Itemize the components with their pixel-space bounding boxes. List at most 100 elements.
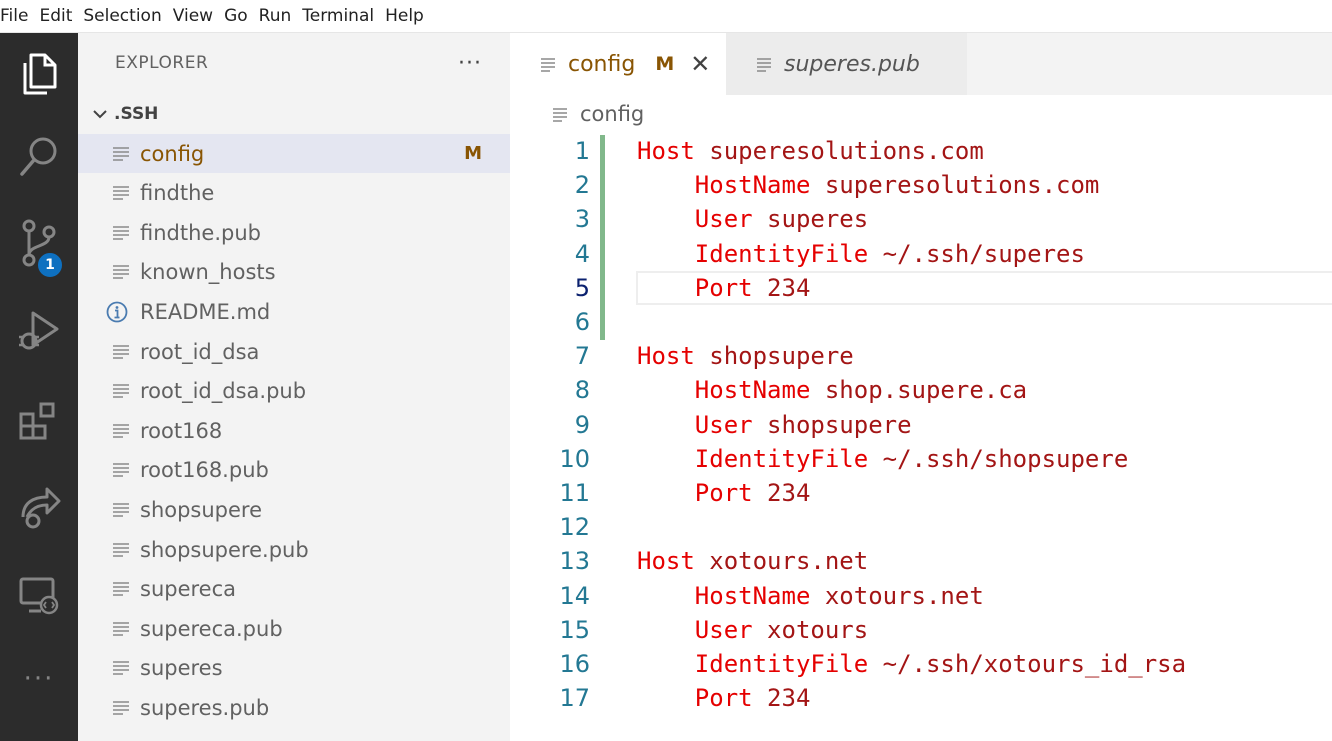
- code-editor[interactable]: 1 Host superesolutions.com 2 HostName supe…: [510, 133, 1332, 741]
- more-activity-button[interactable]: ···: [0, 639, 78, 719]
- line-number: 5: [574, 273, 590, 302]
- menu-go[interactable]: Go: [224, 0, 259, 33]
- code-line: 1 Host superesolutions.com: [510, 134, 1332, 168]
- line-number: 8: [574, 376, 590, 405]
- menu-edit[interactable]: Edit: [39, 0, 83, 33]
- line-number: 1: [574, 137, 590, 165]
- chevron-down-icon: [93, 110, 107, 119]
- file-item[interactable]: known_hosts: [78, 253, 510, 292]
- lines-icon: [113, 582, 129, 596]
- file-label: superes: [140, 656, 223, 681]
- file-item[interactable]: supereca: [78, 570, 510, 609]
- folder-label: .SSH: [114, 104, 159, 124]
- file-item[interactable]: root_id_dsa.pub: [78, 372, 510, 411]
- tab-config[interactable]: config M ✕: [510, 33, 726, 95]
- file-item[interactable]: shopsupere: [78, 490, 510, 529]
- line-number: 17: [559, 684, 590, 713]
- lines-icon: [113, 384, 129, 398]
- folder-ssh[interactable]: .SSH: [78, 95, 510, 133]
- live-share-activity-button[interactable]: [0, 467, 78, 547]
- file-item[interactable]: findthe: [78, 174, 510, 213]
- run-debug-icon: [19, 311, 59, 350]
- modified-indicator: M: [464, 143, 482, 164]
- explorer-more-actions-button[interactable]: ···: [458, 51, 482, 76]
- file-item[interactable]: README.md: [78, 292, 510, 331]
- line-number: 3: [574, 205, 590, 234]
- search-activity-button[interactable]: [0, 117, 78, 197]
- lines-icon: [757, 58, 771, 72]
- menu-run[interactable]: Run: [259, 0, 303, 33]
- file-item[interactable]: root168: [78, 411, 510, 450]
- line-text: Port 234: [637, 476, 811, 510]
- lines-icon: [113, 701, 129, 715]
- remote-explorer-icon: [19, 577, 59, 615]
- tab-label: superes.pub: [784, 51, 920, 77]
- line-text: HostName shop.supere.ca: [637, 373, 1027, 407]
- line-text: Host superesolutions.com: [637, 134, 984, 168]
- line-text: User shopsupere: [637, 408, 912, 442]
- menu-help[interactable]: Help: [385, 0, 435, 33]
- code-line: 16 IdentityFile ~/.ssh/xotours_id_rsa: [510, 647, 1332, 681]
- code-line: 7 Host shopsupere: [510, 339, 1332, 373]
- line-number: 15: [559, 615, 590, 644]
- extensions-activity-button[interactable]: [0, 380, 78, 460]
- config-keyword: Host: [637, 137, 695, 165]
- config-value: shopsupere: [694, 342, 854, 371]
- search-icon: [20, 137, 57, 176]
- config-value: xotours: [752, 615, 869, 644]
- file-item[interactable]: root_id_dsa: [78, 332, 510, 371]
- config-value: xotours.net: [694, 547, 869, 576]
- line-text: IdentityFile ~/.ssh/superes: [637, 237, 1085, 271]
- file-item[interactable]: superes.pub: [78, 688, 510, 727]
- lines-icon: [553, 108, 567, 122]
- file-label: README.md: [140, 299, 271, 324]
- menu-file[interactable]: File: [0, 0, 39, 33]
- line-text: IdentityFile ~/.ssh/xotours_id_rsa: [637, 647, 1186, 681]
- config-value: superesolutions.com: [694, 137, 984, 165]
- lines-icon: [113, 186, 129, 200]
- file-item[interactable]: superes: [78, 649, 510, 688]
- file-item[interactable]: config M: [78, 134, 510, 173]
- file-label: shopsupere: [140, 497, 263, 522]
- file-label: superes.pub: [140, 695, 270, 720]
- menu-bar: File Edit Selection View Go Run Terminal Help: [0, 0, 1332, 33]
- menu-view[interactable]: View: [173, 0, 224, 33]
- config-value: 234: [752, 479, 811, 507]
- config-value: shop.supere.ca: [810, 376, 1028, 405]
- file-item[interactable]: shopsupere.pub: [78, 530, 510, 569]
- code-line: 14 HostName xotours.net: [510, 579, 1332, 613]
- tab-superes-pub[interactable]: superes.pub: [726, 33, 967, 95]
- code-line: 9 User shopsupere: [510, 408, 1332, 442]
- line-text: HostName superesolutions.com: [637, 168, 1100, 202]
- config-keyword: Port: [694, 479, 753, 507]
- line-text: Port 234: [637, 681, 811, 715]
- close-icon[interactable]: ✕: [690, 50, 710, 78]
- file-item[interactable]: findthe.pub: [78, 213, 510, 252]
- file-item[interactable]: root168.pub: [78, 451, 510, 490]
- line-number: 11: [559, 479, 590, 507]
- lines-icon: [113, 265, 129, 280]
- code-line: 2 HostName superesolutions.com: [510, 168, 1332, 202]
- lines-icon: [113, 423, 129, 438]
- run-debug-activity-button[interactable]: [0, 291, 78, 371]
- code-line: 3 User superes: [510, 202, 1332, 236]
- extensions-icon: [19, 402, 55, 440]
- menu-terminal[interactable]: Terminal: [302, 0, 385, 33]
- file-item[interactable]: supereca.pub: [78, 609, 510, 648]
- explorer-activity-button[interactable]: [0, 35, 78, 115]
- breadcrumb-file: config: [580, 102, 645, 126]
- breadcrumb[interactable]: config: [510, 95, 1332, 133]
- explorer-sidebar: EXPLORER ··· .SSH config Mfindthe findthe.…: [78, 33, 510, 741]
- file-label: root168.pub: [140, 458, 269, 483]
- code-line: 10 IdentityFile ~/.ssh/shopsupere: [510, 442, 1332, 476]
- editor-tabs: config M ✕ superes.pub: [510, 33, 1332, 95]
- menu-selection[interactable]: Selection: [83, 0, 172, 33]
- lines-icon: [113, 661, 129, 676]
- remote-explorer-activity-button[interactable]: [0, 555, 78, 635]
